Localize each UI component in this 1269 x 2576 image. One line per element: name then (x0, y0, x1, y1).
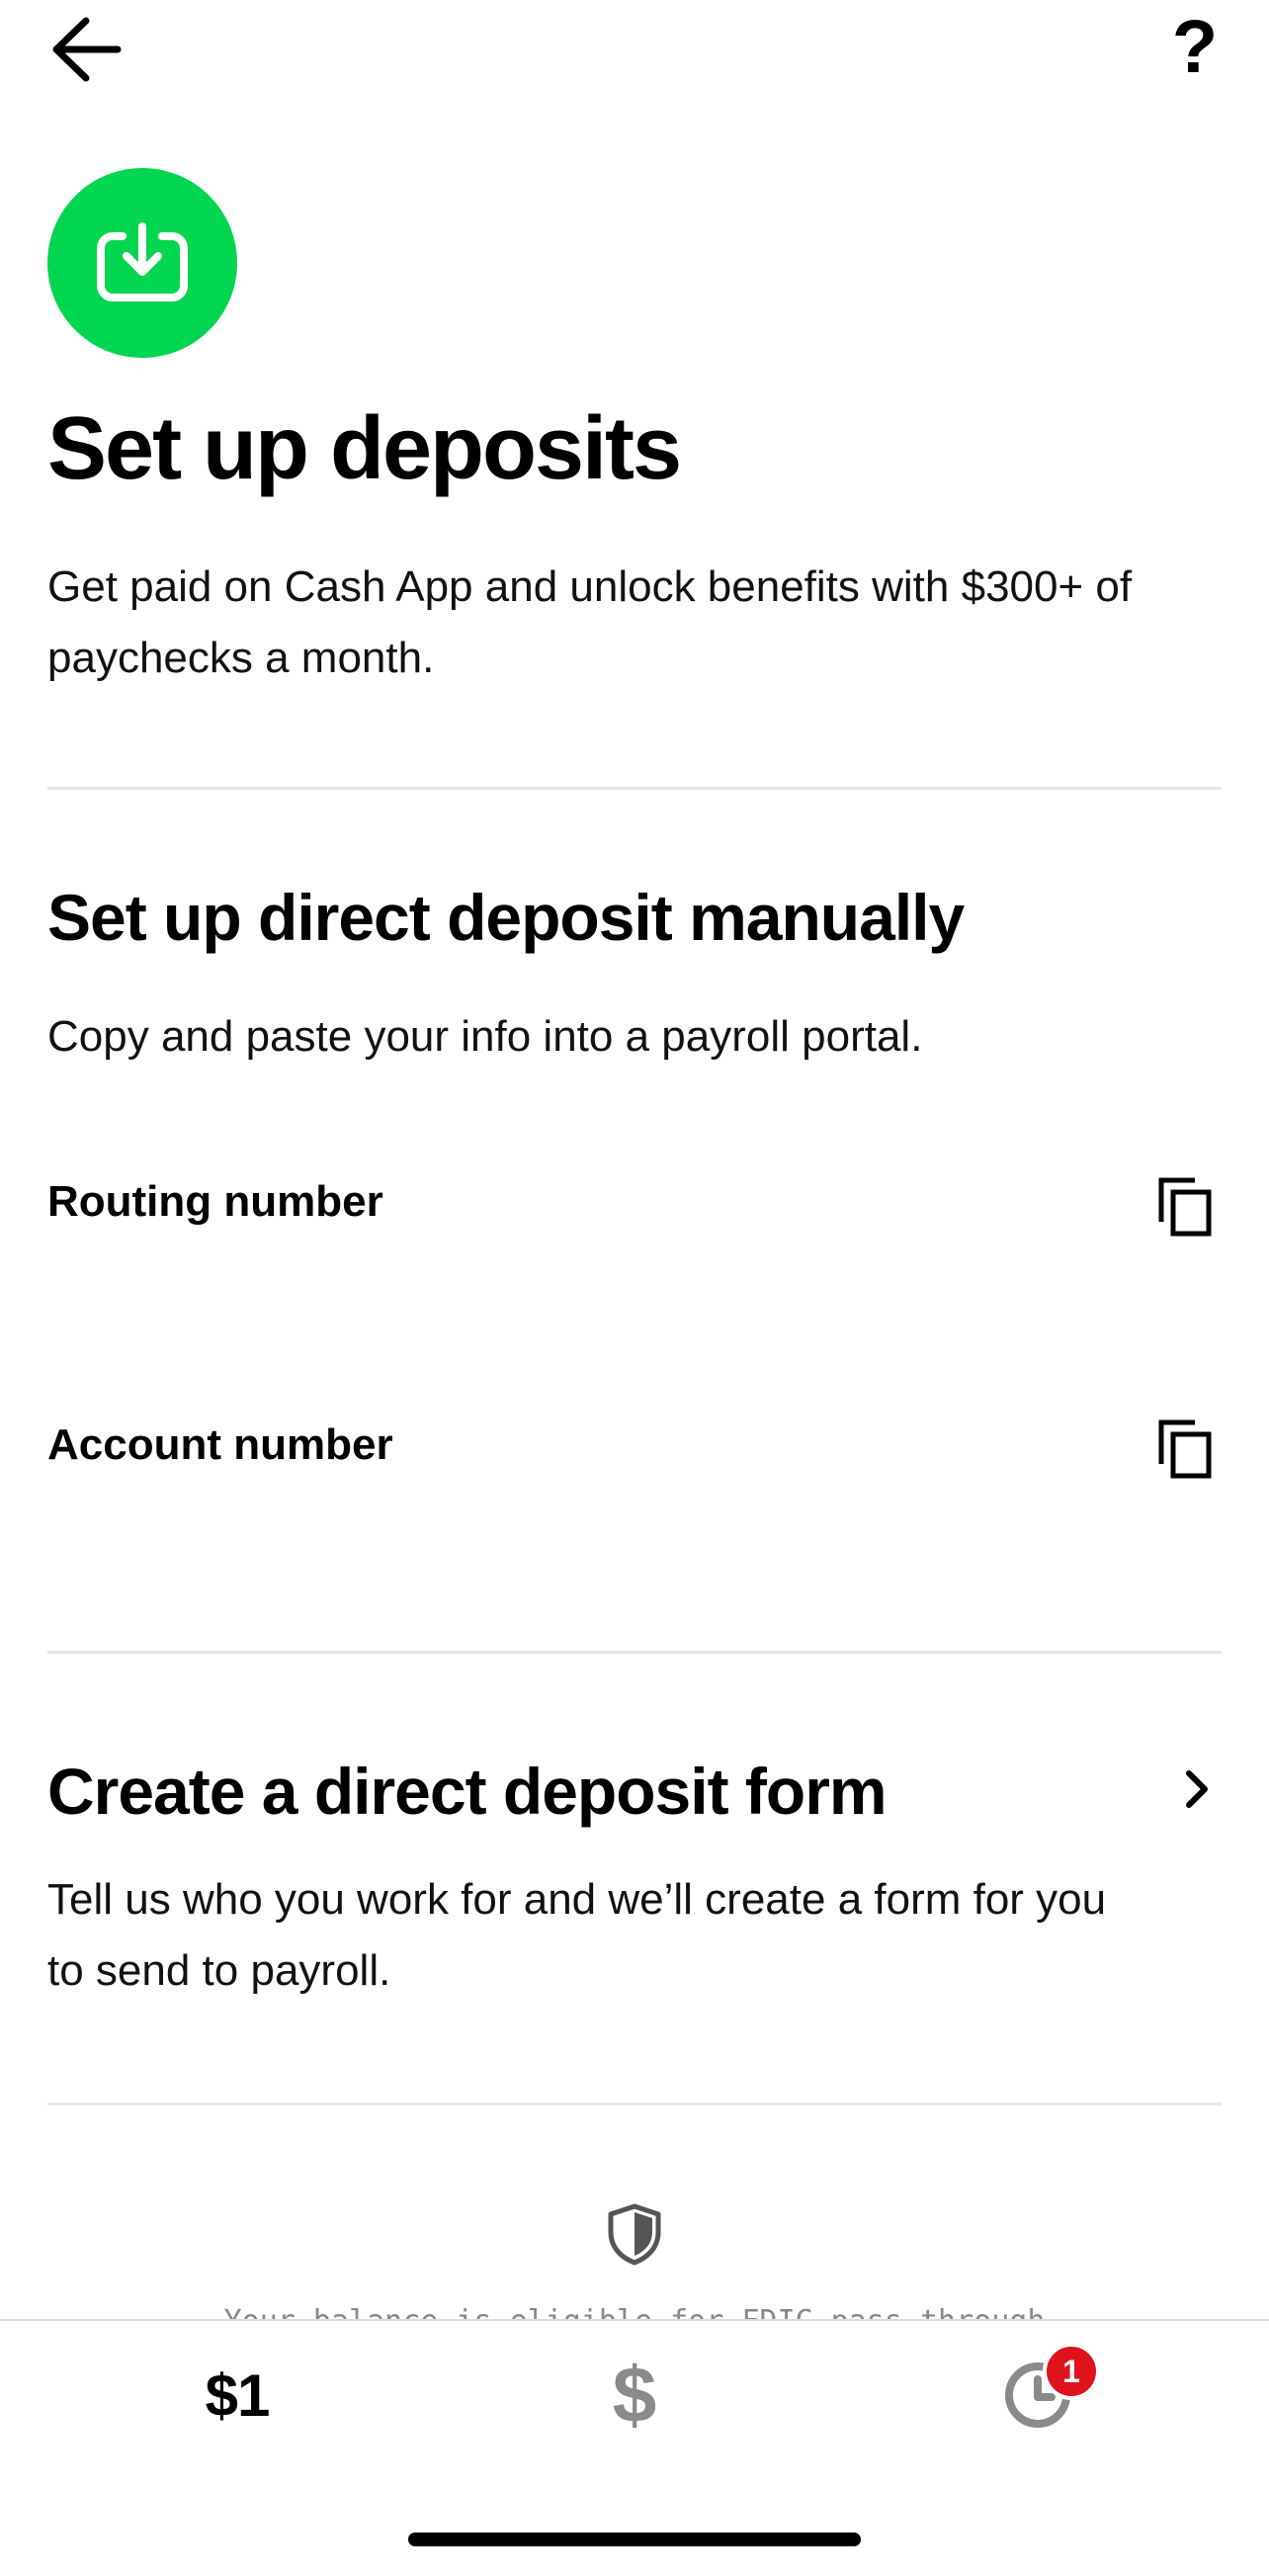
deposit-badge (47, 168, 237, 358)
tab-pay[interactable]: $ (585, 2351, 684, 2440)
copy-account-button[interactable] (1150, 1414, 1220, 1483)
page-title: Set up deposits (47, 399, 682, 498)
page-subtitle: Get paid on Cash App and unlock benefits… (47, 562, 1133, 682)
divider (47, 1651, 1222, 1654)
chevron-right-icon (1172, 1760, 1222, 1819)
arrow-left-icon (52, 17, 122, 82)
manual-section-description: Copy and paste your info into a payroll … (47, 1012, 923, 1061)
download-icon (97, 222, 188, 301)
activity-badge: 1 (1043, 2343, 1100, 2400)
account-number-label: Account number (47, 1420, 393, 1469)
copy-icon (1158, 1419, 1212, 1479)
form-section-title: Create a direct deposit form (47, 1755, 888, 1828)
routing-number-label: Routing number (47, 1177, 383, 1226)
shield-icon (608, 2203, 661, 2266)
divider (47, 2103, 1222, 2105)
divider (47, 787, 1222, 790)
help-button[interactable]: ? (1150, 0, 1239, 94)
fdic-disclaimer: Your balance is eligible for FDIC pass-t… (0, 2299, 1269, 2322)
create-form-row[interactable]: Create a direct deposit form Tell us who… (0, 1680, 1269, 2076)
form-section-description: Tell us who you work for and we’ll creat… (47, 1875, 1107, 1995)
copy-routing-button[interactable] (1150, 1171, 1220, 1241)
home-indicator[interactable] (408, 2533, 861, 2546)
copy-icon (1158, 1177, 1212, 1237)
tab-balance[interactable]: $1 (158, 2351, 316, 2440)
manual-section-title: Set up direct deposit manually (47, 881, 965, 954)
top-bar: ? (0, 0, 1269, 99)
back-button[interactable] (40, 5, 128, 94)
